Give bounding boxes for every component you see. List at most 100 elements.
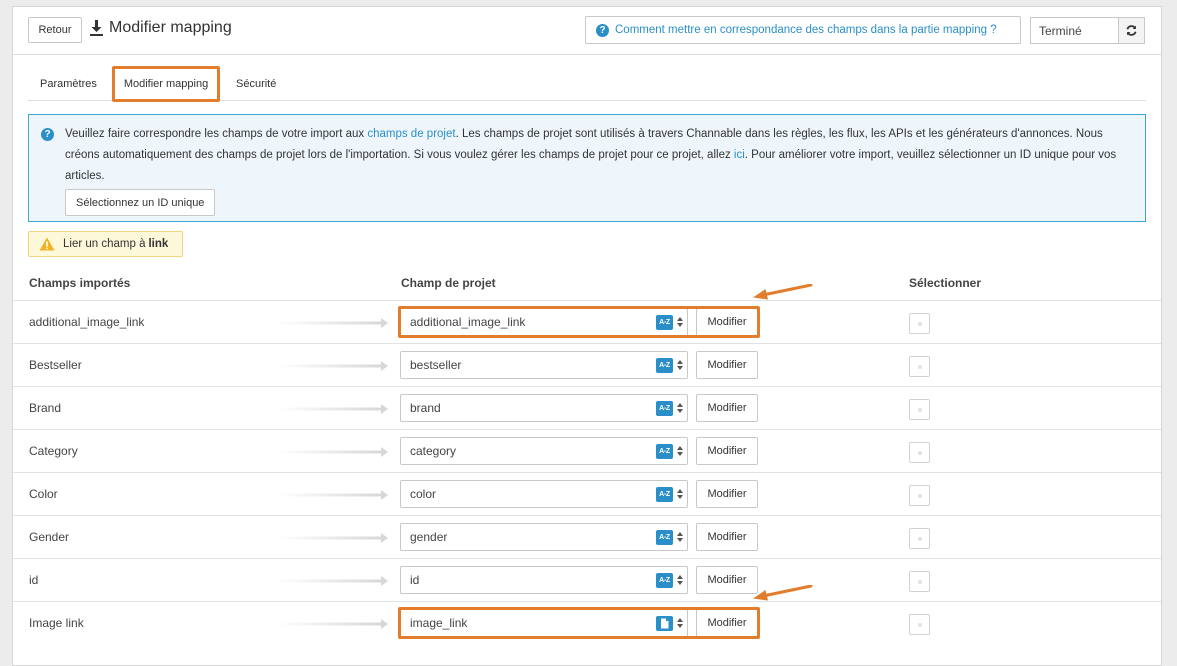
mapping-panel: Retour Modifier mapping ? Comment mettre…	[12, 6, 1162, 666]
sort-az-badge: A-Z	[656, 573, 673, 588]
checkbox-dot	[917, 493, 922, 498]
project-field-select[interactable]: gender A-Z	[400, 523, 688, 551]
tab-modifier-mapping[interactable]: Modifier mapping	[112, 66, 220, 102]
table-row: Brand brand A-Z Modifier	[13, 386, 1161, 429]
mapping-arrow-icon	[278, 404, 388, 414]
imported-field-name: id	[29, 573, 39, 587]
warning-badge: Lier un champ à link	[28, 231, 183, 257]
sort-badge-label: A-Z	[659, 319, 670, 326]
project-field-value: id	[410, 573, 420, 587]
sort-caret-icon	[677, 575, 683, 585]
sort-caret-icon	[677, 532, 683, 542]
imported-field-name: Image link	[29, 616, 84, 630]
project-field-select[interactable]: category A-Z	[400, 437, 688, 465]
imported-field-name: Category	[29, 444, 78, 458]
sort-caret-icon	[677, 489, 683, 499]
status-field: Terminé	[1030, 17, 1118, 44]
checkbox-dot	[917, 579, 922, 584]
select-checkbox[interactable]	[909, 485, 930, 506]
project-field-value: color	[410, 487, 437, 501]
modify-button[interactable]: Modifier	[696, 394, 758, 422]
imported-field-name: Gender	[29, 530, 70, 544]
project-field-value: bestseller	[410, 358, 462, 372]
warning-text: Lier un champ à	[63, 238, 146, 250]
download-icon	[90, 20, 103, 36]
help-link-label: Comment mettre en correspondance des cha…	[615, 24, 997, 36]
sort-caret-icon	[677, 403, 683, 413]
project-field-value: brand	[410, 401, 441, 415]
sort-az-badge: A-Z	[656, 487, 673, 502]
tab-securite[interactable]: Sécurité	[236, 67, 276, 101]
sort-caret-icon	[677, 360, 683, 370]
sort-az-badge: A-Z	[656, 444, 673, 459]
imported-field-name: Bestseller	[29, 358, 82, 372]
project-field-select[interactable]: color A-Z	[400, 480, 688, 508]
table-row: Bestseller bestseller A-Z Modifier	[13, 343, 1161, 386]
sort-badge-label: A-Z	[659, 534, 670, 541]
back-button[interactable]: Retour	[28, 17, 82, 43]
modify-button[interactable]: Modifier	[696, 609, 758, 637]
project-fields-link[interactable]: champs de projet	[367, 128, 455, 140]
sort-caret-icon	[677, 618, 683, 628]
modify-button[interactable]: Modifier	[696, 523, 758, 551]
select-checkbox[interactable]	[909, 313, 930, 334]
info-question-icon: ?	[41, 128, 54, 141]
refresh-button[interactable]	[1118, 17, 1145, 44]
here-link[interactable]: ici	[734, 149, 745, 161]
table-row: Image link image_link Modifier	[13, 585, 1161, 644]
page-header: Retour Modifier mapping ? Comment mettre…	[13, 7, 1161, 55]
mapping-arrow-icon	[278, 490, 388, 500]
select-checkbox[interactable]	[909, 399, 930, 420]
mapping-arrow-icon	[278, 361, 388, 371]
checkbox-dot	[917, 364, 922, 369]
sort-caret-icon	[677, 446, 683, 456]
file-icon	[661, 618, 669, 629]
title-wrap: Modifier mapping	[89, 19, 232, 37]
table-row: Gender gender A-Z Modifier	[13, 515, 1161, 558]
project-field-select[interactable]: additional_image_link A-Z	[400, 308, 688, 336]
sort-badge-label: A-Z	[659, 491, 670, 498]
help-link[interactable]: ? Comment mettre en correspondance des c…	[585, 16, 1021, 44]
table-row: Category category A-Z Modifier	[13, 429, 1161, 472]
checkbox-dot	[917, 622, 922, 627]
select-checkbox[interactable]	[909, 571, 930, 592]
select-checkbox[interactable]	[909, 356, 930, 377]
sort-az-badge: A-Z	[656, 358, 673, 373]
sort-badge-label: A-Z	[659, 405, 670, 412]
refresh-icon	[1126, 25, 1137, 36]
warning-field: link	[148, 238, 169, 250]
tab-bar: Paramètres Modifier mapping Sécurité	[28, 66, 1146, 102]
imported-field-name: Color	[29, 487, 58, 501]
select-checkbox[interactable]	[909, 614, 930, 635]
select-checkbox[interactable]	[909, 528, 930, 549]
imported-field-name: Brand	[29, 401, 62, 415]
mapping-arrow-icon	[278, 533, 388, 543]
modify-button[interactable]: Modifier	[696, 480, 758, 508]
project-field-value: image_link	[410, 616, 468, 630]
mapping-table: additional_image_link additional_image_l…	[13, 284, 1161, 644]
modify-button[interactable]: Modifier	[696, 566, 758, 594]
project-field-select[interactable]: brand A-Z	[400, 394, 688, 422]
warning-icon	[39, 237, 55, 251]
project-field-select[interactable]: id A-Z	[400, 566, 688, 594]
mapping-arrow-icon	[278, 576, 388, 586]
sort-badge-label: A-Z	[659, 577, 670, 584]
column-header-project: Champ de projet	[401, 276, 496, 290]
sort-az-badge: A-Z	[656, 401, 673, 416]
project-field-select[interactable]: image_link	[400, 609, 688, 637]
info-box: ? Veuillez faire correspondre les champs…	[28, 114, 1146, 222]
project-field-value: gender	[410, 530, 448, 544]
file-type-badge	[656, 616, 673, 631]
table-row: Color color A-Z Modifier	[13, 472, 1161, 515]
tab-parametres[interactable]: Paramètres	[40, 67, 97, 101]
select-checkbox[interactable]	[909, 442, 930, 463]
modify-button[interactable]: Modifier	[696, 437, 758, 465]
info-text: Veuillez faire correspondre les champs d…	[65, 124, 1135, 187]
modify-button[interactable]: Modifier	[696, 351, 758, 379]
project-field-select[interactable]: bestseller A-Z	[400, 351, 688, 379]
sort-badge-label: A-Z	[659, 362, 670, 369]
select-unique-id-button[interactable]: Sélectionnez un ID unique	[65, 189, 216, 216]
mapping-arrow-icon	[278, 619, 388, 629]
sort-badge-label: A-Z	[659, 448, 670, 455]
modify-button[interactable]: Modifier	[696, 308, 758, 336]
